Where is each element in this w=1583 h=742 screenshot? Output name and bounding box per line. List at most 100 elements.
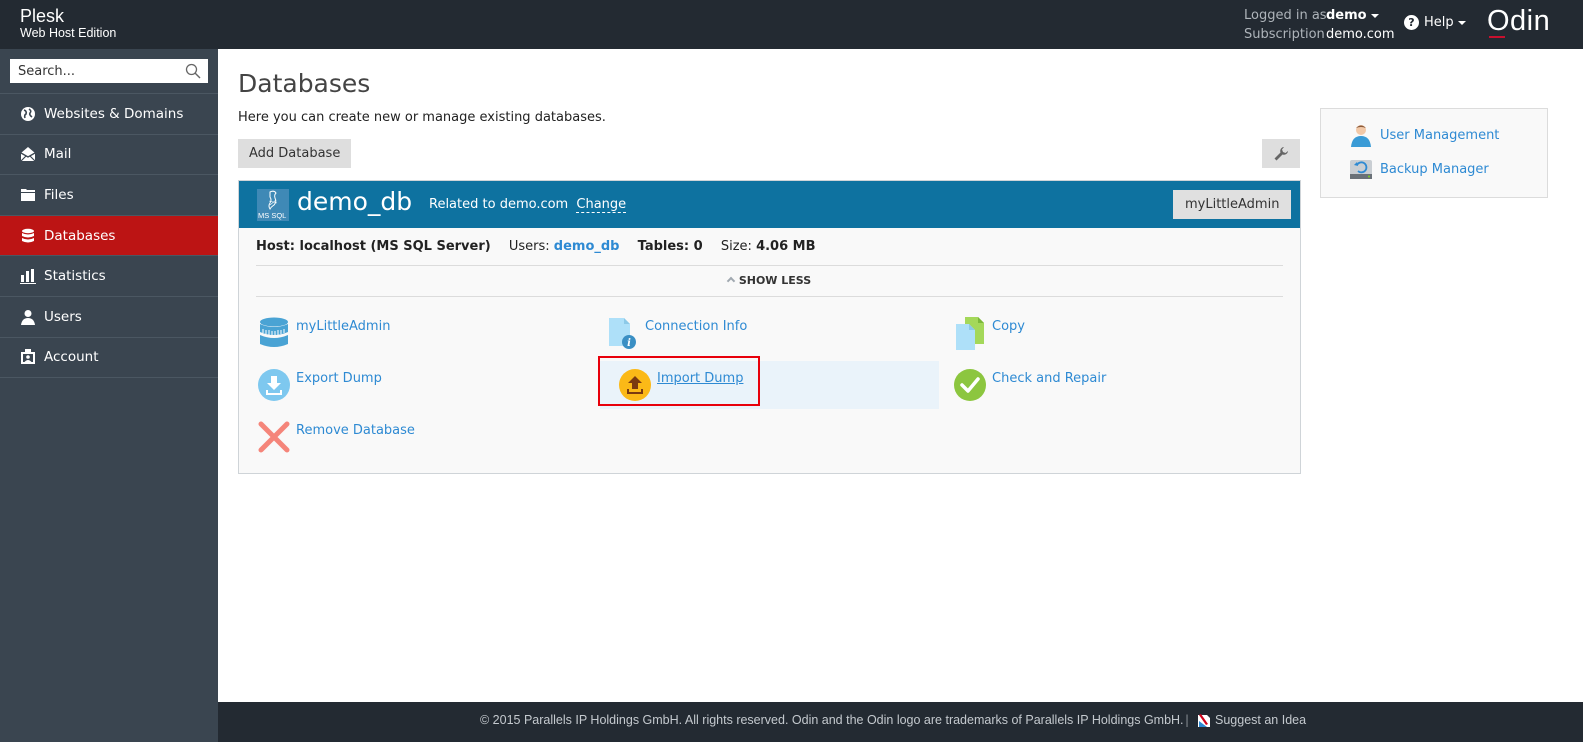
search-input[interactable] <box>10 59 180 83</box>
size-label: Size: <box>720 239 752 254</box>
connection-info-icon: i <box>609 318 636 349</box>
related-domain: Related to demo.com Change <box>429 197 627 213</box>
action-connection-info[interactable]: i Connection Info <box>588 309 933 357</box>
sidebar-item-label: Statistics <box>44 268 106 285</box>
logged-in-label: Logged in as <box>1244 8 1327 23</box>
action-label: Connection Info <box>645 319 748 334</box>
action-label: Export Dump <box>296 371 382 386</box>
backup-manager-label: Backup Manager <box>1380 161 1489 177</box>
sidebar-item-files[interactable]: Files <box>0 175 218 216</box>
host-info: Host: localhost (MS SQL Server) <box>256 239 491 254</box>
database-card-header: MS SQL demo_db Related to demo.com Chang… <box>239 181 1300 228</box>
tools-button[interactable] <box>1262 139 1300 168</box>
user-name: demo <box>1326 8 1367 23</box>
chevron-down-icon <box>1370 13 1379 18</box>
suggest-idea-label: Suggest an Idea <box>1215 713 1307 727</box>
engine-badge: MS SQL <box>258 211 287 220</box>
users-link[interactable]: demo_db <box>554 239 620 254</box>
subscription-label: Subscription <box>1244 27 1325 42</box>
add-database-button[interactable]: Add Database <box>238 139 352 168</box>
action-check-repair[interactable]: Check and Repair <box>935 361 1280 409</box>
related-tools-panel: User Management Backup Manager <box>1320 108 1548 198</box>
change-link[interactable]: Change <box>576 197 627 213</box>
mylittleadmin-button[interactable]: myLittleAdmin <box>1173 190 1292 219</box>
sidebar-item-statistics[interactable]: Statistics <box>0 256 218 297</box>
odin-logo: Odin <box>1487 5 1551 37</box>
suggest-idea-link[interactable]: Suggest an Idea <box>1197 713 1306 727</box>
export-icon <box>258 369 290 401</box>
action-label: Remove Database <box>296 423 415 438</box>
main-nav: Websites & Domains Mail Files Databases … <box>0 93 218 379</box>
plesk-logo[interactable]: Plesk Web Host Edition <box>20 7 116 40</box>
top-header: Plesk Web Host Edition Logged in asdemo … <box>0 0 1583 49</box>
user-management-icon <box>1351 125 1371 147</box>
backup-manager-link[interactable]: Backup Manager <box>1349 157 1489 181</box>
users-label: Users: <box>508 239 550 254</box>
action-remove-database[interactable]: Remove Database <box>239 413 584 461</box>
show-less-toggle[interactable]: SHOW LESS <box>239 274 1300 287</box>
backup-manager-icon <box>1350 160 1372 179</box>
brand-subtitle: Web Host Edition <box>20 26 117 40</box>
tables-info: Tables: 0 <box>637 239 703 254</box>
mssql-logo: MS SQL <box>257 189 289 221</box>
brand-title: Plesk <box>20 6 65 26</box>
sidebar-item-users[interactable]: Users <box>0 297 218 338</box>
odin-logo-accent <box>1489 36 1505 38</box>
mail-icon <box>20 146 36 162</box>
database-name: demo_db <box>297 187 413 216</box>
suggest-idea-icon <box>1198 714 1210 727</box>
remove-icon <box>258 421 290 453</box>
action-export-dump[interactable]: Export Dump <box>239 361 584 409</box>
wrench-icon <box>1274 146 1288 160</box>
svg-text:i: i <box>627 338 631 349</box>
sidebar-item-databases[interactable]: Databases <box>0 215 218 257</box>
user-management-label: User Management <box>1380 127 1500 143</box>
user-menu[interactable]: demo <box>1326 8 1379 23</box>
bar-chart-icon <box>20 268 36 285</box>
page-description: Here you can create new or manage existi… <box>238 110 606 125</box>
database-info: Host: localhost (MS SQL Server) Users: d… <box>256 239 830 254</box>
search-icon[interactable] <box>185 63 201 79</box>
sidebar-item-label: Databases <box>44 227 116 244</box>
footer-separator: | <box>1185 713 1190 727</box>
sidebar-item-label: Users <box>44 308 82 325</box>
mssql-bird-icon <box>268 190 278 210</box>
action-mylittleadmin[interactable]: myLittleAdmin <box>239 309 584 357</box>
database-card: MS SQL demo_db Related to demo.com Chang… <box>238 180 1301 474</box>
search-box <box>10 59 208 83</box>
chevron-up-icon <box>726 276 736 286</box>
action-copy[interactable]: Copy <box>935 309 1280 357</box>
sidebar-item-label: Mail <box>44 146 72 163</box>
chevron-down-icon <box>1457 20 1466 25</box>
help-label: Help <box>1424 15 1454 30</box>
account-info: Logged in asdemo Subscriptiondemo.com <box>1244 6 1395 44</box>
sidebar: Websites & Domains Mail Files Databases … <box>0 49 218 742</box>
sidebar-item-label: Account <box>44 349 99 366</box>
database-icon <box>20 228 36 244</box>
database-stack-icon <box>260 317 288 347</box>
related-text: Related to demo.com <box>429 197 569 212</box>
sidebar-item-mail[interactable]: Mail <box>0 135 218 176</box>
sidebar-item-label: Websites & Domains <box>44 105 184 122</box>
action-label: Check and Repair <box>992 371 1107 386</box>
subscription-selector[interactable]: demo.com <box>1326 27 1395 42</box>
size-value: 4.06 MB <box>756 239 816 254</box>
page-title: Databases <box>238 69 371 98</box>
folder-icon <box>20 187 36 203</box>
check-icon <box>954 369 986 401</box>
account-icon <box>20 349 36 365</box>
globe-icon <box>20 106 36 122</box>
sidebar-item-websites-domains[interactable]: Websites & Domains <box>0 94 218 135</box>
user-icon <box>20 309 36 325</box>
user-management-link[interactable]: User Management <box>1349 123 1499 147</box>
copyright-text: © 2015 Parallels IP Holdings GmbH. All r… <box>480 713 1184 727</box>
sidebar-item-account[interactable]: Account <box>0 338 218 379</box>
help-menu[interactable]: ? Help <box>1404 15 1466 30</box>
action-label: myLittleAdmin <box>296 319 391 334</box>
copy-icon <box>956 317 984 350</box>
divider <box>256 265 1283 266</box>
divider <box>256 296 1283 297</box>
footer: © 2015 Parallels IP Holdings GmbH. All r… <box>218 702 1583 742</box>
sidebar-item-label: Files <box>44 186 74 203</box>
action-label: Copy <box>992 319 1025 334</box>
